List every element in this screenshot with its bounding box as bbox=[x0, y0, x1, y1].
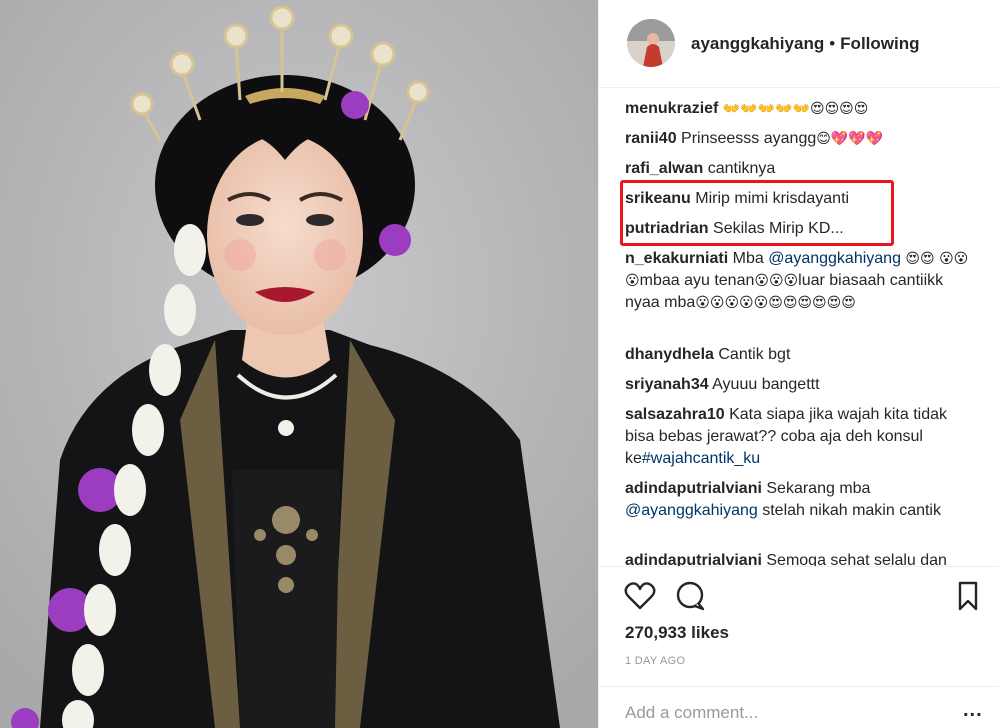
comment-text: stelah nikah makin cantik bbox=[757, 502, 941, 519]
save-button[interactable] bbox=[951, 579, 985, 613]
comment-item: adindaputrialviani Semoga sehat selalu d… bbox=[625, 550, 970, 566]
add-comment-bar: ... bbox=[599, 686, 999, 728]
comment-username[interactable]: rafi_alwan bbox=[625, 160, 703, 177]
post-details-panel: ayanggkahiyang • Following menukrazief 👐👐👐… bbox=[598, 0, 999, 728]
likes-count[interactable]: 270,933 likes bbox=[625, 623, 729, 643]
more-options-icon[interactable]: ... bbox=[963, 699, 983, 722]
comment-item: rafi_alwan cantiknya bbox=[625, 158, 970, 180]
comment-item: dhanydhela Cantik bgt bbox=[625, 344, 970, 366]
comment-item: sriyanah34 Ayuuu bangettt bbox=[625, 374, 970, 396]
avatar[interactable] bbox=[627, 19, 675, 67]
comment-emoji: 😊💖💖💖 bbox=[816, 131, 884, 147]
speech-bubble-icon bbox=[676, 581, 705, 611]
comment-emoji: 👐👐👐👐👐😍😍😍😍 bbox=[722, 101, 869, 117]
separator-dot: • bbox=[829, 34, 836, 53]
comment-username[interactable]: dhanydhela bbox=[625, 346, 714, 363]
comment-username[interactable]: salsazahra10 bbox=[625, 406, 725, 423]
red-highlight-box bbox=[620, 180, 894, 246]
comment-mention-link[interactable]: @ayanggkahiyang bbox=[768, 250, 901, 267]
comment-item: adindaputrialviani Sekarang mba @ayanggk… bbox=[625, 478, 970, 522]
comment-text: cantiknya bbox=[707, 160, 776, 177]
comment-username[interactable]: sriyanah34 bbox=[625, 376, 709, 393]
add-comment-input[interactable] bbox=[625, 701, 925, 725]
comment-emoji: 😮😮😮 bbox=[754, 273, 799, 289]
comment-text: Semoga sehat selalu dan bbox=[766, 552, 947, 566]
post-photo[interactable] bbox=[0, 0, 598, 728]
comment-emoji: 😍😍 bbox=[900, 251, 935, 267]
bride-portrait-image bbox=[0, 0, 598, 728]
post-username[interactable]: ayanggkahiyang bbox=[691, 34, 824, 53]
comment-mention-link[interactable]: @ayanggkahiyang bbox=[625, 502, 758, 519]
avatar-image bbox=[627, 19, 675, 67]
comment-text: Ayuuu bangettt bbox=[712, 376, 820, 393]
comment-username[interactable]: ranii40 bbox=[625, 130, 677, 147]
post-actions: 270,933 likes 1 DAY AGO bbox=[599, 566, 999, 686]
header-text: ayanggkahiyang • Following bbox=[691, 34, 920, 54]
comment-button[interactable] bbox=[673, 579, 707, 613]
comment-item: ranii40 Prinseesss ayangg😊💖💖💖 bbox=[625, 128, 970, 150]
comment-item: menukrazief 👐👐👐👐👐😍😍😍😍 bbox=[625, 98, 970, 120]
comment-text: Sekarang mba bbox=[766, 480, 871, 497]
comment-text: Cantik bgt bbox=[718, 346, 791, 363]
comment-username[interactable]: adindaputrialviani bbox=[625, 480, 762, 497]
comment-username[interactable]: adindaputrialviani bbox=[625, 552, 762, 566]
comment-item: n_ekakurniati Mba @ayanggkahiyang 😍😍 😮😮😮… bbox=[625, 248, 970, 314]
comment-emoji: 😮😮😮😮😮😍😍😍😍😍😍 bbox=[695, 295, 856, 311]
comment-text: Prinseesss ayangg bbox=[681, 130, 817, 147]
post-timestamp[interactable]: 1 DAY AGO bbox=[625, 655, 685, 667]
hashtag-link[interactable]: #wajahcantik_ku bbox=[642, 450, 760, 467]
comment-username[interactable]: menukrazief bbox=[625, 100, 718, 117]
bookmark-icon bbox=[958, 581, 978, 611]
comments-list[interactable]: menukrazief 👐👐👐👐👐😍😍😍😍 ranii40 Prinseesss… bbox=[599, 88, 999, 566]
comment-text: Mba bbox=[732, 250, 769, 267]
comment-username[interactable]: n_ekakurniati bbox=[625, 250, 728, 267]
comment-text: mbaa ayu tenan bbox=[639, 272, 755, 289]
comment-item: salsazahra10 Kata siapa jika wajah kita … bbox=[625, 404, 970, 470]
like-button[interactable] bbox=[623, 579, 657, 613]
post-header: ayanggkahiyang • Following bbox=[599, 0, 999, 88]
following-button[interactable]: Following bbox=[840, 34, 919, 53]
heart-outline-icon bbox=[624, 582, 656, 610]
